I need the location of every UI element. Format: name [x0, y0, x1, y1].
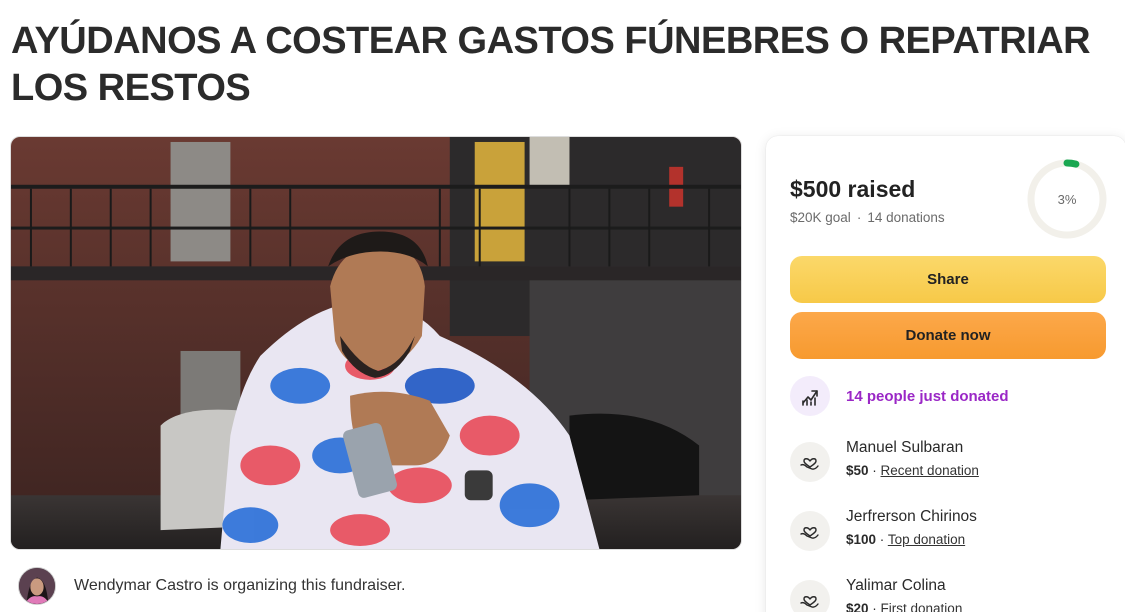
recent-activity: 14 people just donated	[790, 376, 1009, 416]
organizer-text: Wendymar Castro is organizing this fundr…	[74, 577, 406, 594]
donation-count: 14 donations	[867, 210, 945, 225]
page-title: AYÚDANOS A COSTEAR GASTOS FÚNEBRES O REP…	[11, 20, 1091, 109]
donor-item: Manuel Sulbaran $50 · Recent donation	[790, 438, 979, 482]
donor-amount: $100	[846, 532, 877, 547]
donor-name: Manuel Sulbaran	[846, 439, 964, 456]
donate-now-button[interactable]: Donate now	[790, 312, 1106, 359]
donation-kind-link[interactable]: First donation	[881, 601, 963, 612]
share-button[interactable]: Share	[790, 256, 1106, 303]
donor-name: Jerfrerson Chirinos	[846, 508, 977, 525]
organizer: Wendymar Castro is organizing this fundr…	[18, 566, 405, 606]
progress-ring: 3%	[1026, 158, 1108, 240]
heart-hand-icon	[790, 511, 830, 551]
separator: ·	[856, 210, 862, 225]
organizer-avatar-image	[19, 568, 55, 604]
progress-percent: 3%	[1057, 191, 1077, 207]
donor-item: Jerfrerson Chirinos $100 · Top donation	[790, 507, 977, 551]
donation-kind-link[interactable]: Top donation	[888, 532, 965, 547]
donor-name: Yalimar Colina	[846, 577, 946, 594]
heart-hand-icon	[790, 442, 830, 482]
amount-raised: $500 raised	[790, 176, 916, 202]
donor-item: Yalimar Colina $20 · First donation	[790, 576, 962, 612]
activity-text: 14 people just donated	[846, 387, 1009, 405]
trending-up-icon	[790, 376, 830, 416]
donor-amount: $50	[846, 463, 869, 478]
fundraiser-photo[interactable]	[10, 136, 742, 550]
donation-kind-link[interactable]: Recent donation	[881, 463, 979, 478]
heart-hand-icon	[790, 580, 830, 612]
donor-meta: $50 · Recent donation	[846, 463, 979, 478]
organizer-avatar[interactable]	[18, 567, 56, 605]
donation-card: $500 raised $20K goal · 14 donations 3% Sh…	[766, 136, 1125, 612]
donor-meta: $100 · Top donation	[846, 532, 966, 547]
donor-meta: $20 · First donation	[846, 598, 962, 612]
donor-amount: $20	[846, 601, 869, 612]
goal-summary: $20K goal · 14 donations	[790, 210, 945, 225]
goal-amount: $20K goal	[790, 210, 851, 225]
fundraiser-photo-image	[11, 137, 741, 549]
